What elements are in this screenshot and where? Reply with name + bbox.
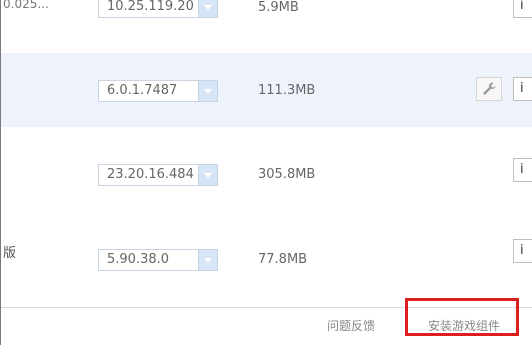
- install-button-label: i: [520, 243, 524, 258]
- component-size: 305.8MB: [258, 167, 316, 182]
- version-value: 23.20.16.484: [107, 167, 194, 182]
- version-value: 10.25.119.20: [107, 0, 194, 14]
- highlight-callout-box: [405, 298, 519, 336]
- version-select[interactable]: 23.20.16.484: [98, 164, 218, 186]
- chevron-down-icon[interactable]: [198, 0, 217, 17]
- feedback-link[interactable]: 问题反馈: [327, 317, 375, 334]
- component-size: 5.9MB: [258, 0, 299, 15]
- version-select[interactable]: 6.0.1.7487: [98, 80, 218, 102]
- component-size: 111.3MB: [258, 83, 316, 98]
- list-item: 23.20.16.484 305.8MB i: [1, 140, 532, 210]
- install-button-label: i: [520, 0, 524, 13]
- component-name: 0.025...: [3, 0, 49, 11]
- install-button-label: i: [520, 162, 524, 177]
- version-value: 5.90.38.0: [107, 252, 170, 267]
- install-button-label: i: [520, 81, 524, 96]
- component-name: 版: [3, 246, 17, 261]
- install-button[interactable]: i: [513, 239, 532, 263]
- install-button[interactable]: i: [513, 0, 532, 18]
- wrench-icon: [483, 82, 496, 95]
- install-button[interactable]: i: [513, 158, 532, 182]
- chevron-down-icon[interactable]: [198, 165, 217, 185]
- component-size: 77.8MB: [258, 252, 308, 267]
- install-button[interactable]: i: [513, 77, 532, 101]
- version-value: 6.0.1.7487: [107, 83, 178, 98]
- chevron-down-icon[interactable]: [198, 250, 217, 270]
- list-item: 6.0.1.7487 111.3MB i: [1, 53, 532, 127]
- version-select[interactable]: 5.90.38.0: [98, 249, 218, 271]
- list-item: 版 5.90.38.0 77.8MB i: [1, 225, 532, 295]
- list-item: 0.025... 10.25.119.20 5.9MB i: [1, 0, 532, 40]
- repair-button[interactable]: [476, 77, 502, 101]
- chevron-down-icon[interactable]: [198, 81, 217, 101]
- version-select[interactable]: 10.25.119.20: [98, 0, 218, 18]
